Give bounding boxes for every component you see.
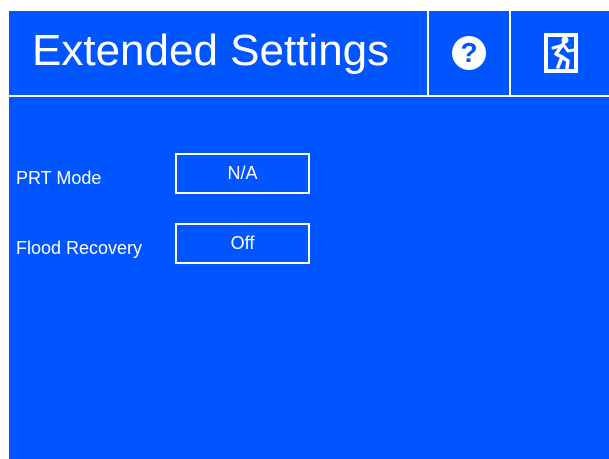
page-title: Extended Settings	[32, 26, 390, 75]
settings-screen: Extended Settings ? PRT Mode N/A Flood R…	[9, 11, 609, 459]
prt-mode-field[interactable]: N/A	[175, 153, 310, 194]
help-button[interactable]: ?	[427, 11, 509, 95]
running-man-exit-icon	[544, 33, 578, 73]
prt-mode-label: PRT Mode	[16, 168, 102, 188]
exit-button[interactable]	[509, 11, 609, 95]
header-bar: Extended Settings ?	[9, 11, 609, 97]
flood-recovery-label: Flood Recovery	[16, 238, 143, 258]
flood-recovery-field[interactable]: Off	[175, 223, 310, 264]
question-mark-icon: ?	[452, 36, 486, 70]
